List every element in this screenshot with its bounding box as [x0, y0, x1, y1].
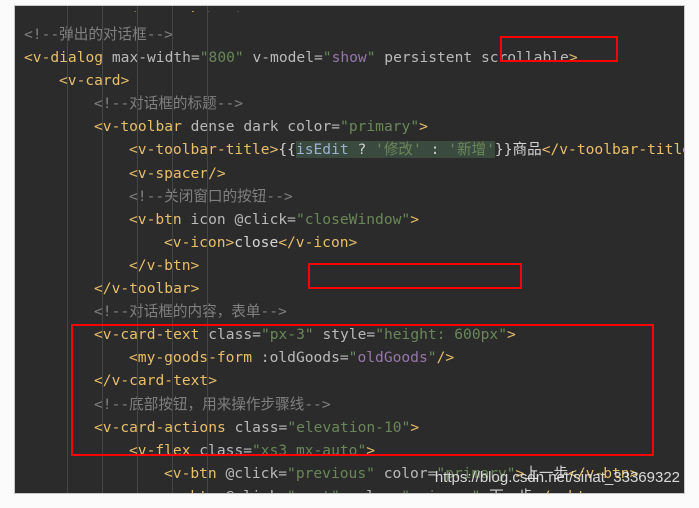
- code-line[interactable]: </v-toolbar>: [15, 277, 684, 300]
- code-token: >: [506, 326, 516, 344]
- code-token: oldGoods: [357, 349, 428, 367]
- code-token: 商品: [512, 141, 542, 159]
- code-token: style=: [313, 326, 376, 344]
- code-token: class=: [208, 326, 261, 344]
- code-line[interactable]: <my-goods-form :oldGoods="oldGoods"/>: [15, 346, 684, 369]
- code-token: "previous": [287, 464, 375, 482]
- code-line[interactable]: <v-card-actions class="elevation-10">: [15, 416, 684, 439]
- code-token: class=: [234, 418, 288, 436]
- code-content[interactable]: <!--弹出的对话框--> <v-dialog max-width="800" v…: [15, 6, 684, 493]
- code-line[interactable]: <v-dialog max-width="800" v-model="show"…: [15, 46, 684, 69]
- code-line[interactable]: <!--关闭窗口的按钮-->: [15, 185, 684, 208]
- code-token: <!--对话框的内容，表单-->: [94, 303, 287, 321]
- code-token: </v-toolbar-title>: [541, 141, 685, 159]
- code-token: </v-toolbar>: [94, 280, 200, 298]
- code-token: "px-3": [260, 326, 314, 344]
- code-line[interactable]: <v-flex class="xs3 mx-auto">: [15, 439, 684, 462]
- code-token: </v-btn>: [129, 256, 200, 274]
- code-token: }}: [494, 141, 513, 159]
- code-token: <v-toolbar-title>: [129, 141, 279, 159]
- code-token: '新增': [448, 141, 495, 159]
- code-token: <v-toolbar: [94, 118, 191, 136]
- code-token: <v-icon>: [164, 233, 235, 251]
- code-token: "closeWindow": [295, 210, 411, 228]
- code-token: />: [436, 349, 455, 367]
- code-token: ": [322, 49, 332, 67]
- code-token: "height: 600px": [375, 326, 507, 344]
- code-line[interactable]: </v-card-text>: [15, 369, 684, 392]
- code-line[interactable]: <v-btn icon @click="closeWindow">: [15, 208, 684, 231]
- code-token: isEdit: [295, 141, 349, 159]
- code-token: ?: [348, 141, 376, 159]
- code-token: <!--对话框的标题-->: [94, 95, 244, 113]
- code-token: <v-flex: [129, 441, 200, 459]
- code-line[interactable]: <v-card>: [15, 69, 684, 92]
- code-token: @click=: [225, 464, 288, 482]
- code-token: "xs3 mx-auto": [252, 441, 367, 459]
- code-token: >: [419, 118, 428, 136]
- code-token: :oldGoods=: [260, 349, 349, 367]
- code-line[interactable]: <v-toolbar-title>{{isEdit ? '修改' : '新增'}…: [15, 138, 684, 161]
- code-token: </v-card-text>: [94, 372, 218, 390]
- code-line-partial-top: </v-card-text>: [15, 6, 684, 12]
- code-token: icon @click=: [190, 210, 296, 228]
- code-line[interactable]: <v-spacer/>: [15, 162, 684, 185]
- code-token: <v-dialog: [24, 49, 112, 67]
- code-token: class=: [199, 441, 253, 459]
- code-token: <v-card>: [59, 72, 130, 90]
- code-token: </v-icon>: [278, 233, 358, 251]
- code-line[interactable]: <!--弹出的对话框-->: [15, 23, 684, 46]
- code-token: :: [421, 141, 449, 159]
- code-line[interactable]: </v-btn>: [15, 254, 684, 277]
- code-token: {{: [278, 141, 296, 159]
- code-token: scrollable: [480, 49, 569, 67]
- code-line[interactable]: <!--对话框的内容，表单-->: [15, 300, 684, 323]
- code-token: <v-spacer/>: [129, 164, 226, 182]
- code-token: >: [410, 418, 420, 436]
- code-token: <!--关闭窗口的按钮-->: [129, 187, 293, 205]
- code-line[interactable]: <v-icon>close</v-icon>: [15, 231, 684, 254]
- code-token: dense dark color=: [190, 118, 341, 136]
- code-token: <v-btn: [129, 210, 191, 228]
- code-token: >: [568, 49, 578, 67]
- code-token: <v-btn: [164, 464, 226, 482]
- code-token: color=: [374, 464, 437, 482]
- code-line[interactable]: <!--底部按钮，用来操作步骤线-->: [15, 393, 684, 416]
- code-token: max-width=: [111, 49, 200, 67]
- code-token: <my-goods-form: [129, 349, 261, 367]
- code-token: show: [331, 49, 367, 67]
- code-token: '修改': [375, 141, 422, 159]
- code-token: ": [366, 49, 376, 67]
- code-token: close: [234, 233, 279, 251]
- code-token: <v-card-actions: [94, 418, 235, 436]
- code-token: <!--弹出的对话框-->: [24, 26, 174, 43]
- code-token: </v-card-text>: [118, 8, 253, 12]
- code-editor-frame: </v-card-text> <!--弹出的对话框--> <v-dialog ma…: [14, 5, 685, 494]
- code-line[interactable]: <v-card-text class="px-3" style="height:…: [15, 323, 684, 346]
- watermark-url: https://blog.csdn.net/sinat_33369322: [434, 469, 680, 486]
- code-line-partial-bottom: </v-card>: [15, 486, 684, 493]
- code-token: ": [427, 349, 437, 367]
- code-token: "primary": [340, 118, 420, 136]
- code-token: v-model=: [243, 49, 323, 67]
- code-token: <!--底部按钮，用来操作步骤线-->: [94, 395, 331, 413]
- code-line[interactable]: <!--对话框的标题-->: [15, 92, 684, 115]
- code-token: <v-card-text: [94, 326, 209, 344]
- screenshot-root: </v-card-text> <!--弹出的对话框--> <v-dialog ma…: [0, 0, 699, 508]
- code-token: >: [410, 210, 419, 228]
- code-token: "800": [199, 49, 244, 67]
- code-line[interactable]: <v-toolbar dense dark color="primary">: [15, 115, 684, 138]
- code-token: >: [366, 441, 376, 459]
- code-token: persistent: [375, 49, 481, 67]
- code-token: "elevation-10": [287, 418, 411, 436]
